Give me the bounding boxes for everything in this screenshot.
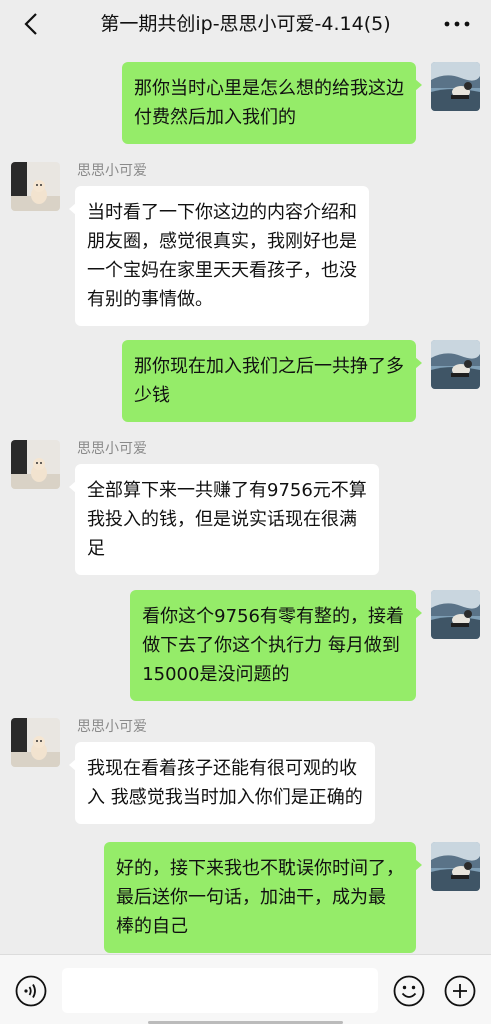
my-avatar[interactable] [431,62,480,111]
message-bubble[interactable]: 看你这个9756有零有整的，接着 做下去了你这个执行力 每月做到 15000是没… [130,590,422,701]
message-line: 全部算下来一共赚了有9756元不算 [87,480,367,501]
contact-avatar[interactable] [11,162,60,211]
message-line: 有别的事情做。 [87,289,213,310]
sender-name: 思思小可爱 [77,441,147,457]
message-bubble[interactable]: 那你当时心里是怎么想的给我这边 付费然后加入我们的 [122,62,422,144]
contact-avatar[interactable] [11,440,60,489]
contact-avatar[interactable] [11,718,60,767]
my-avatar[interactable] [431,842,480,891]
message-line: 足 [87,538,105,559]
message-line: 少钱 [134,385,170,406]
message-bubble[interactable]: 那你现在加入我们之后一共挣了多 少钱 [122,340,422,422]
chat-title: 第一期共创ip-思思小可爱-4.14(5) [100,13,391,35]
my-avatar[interactable] [431,340,480,389]
more-dots-icon [444,21,470,27]
message-line: 一个宝妈在家里天天看孩子，也没 [87,260,357,281]
message-bubble[interactable]: 全部算下来一共赚了有9756元不算 我投入的钱，但是说实话现在很满 足 [69,464,379,575]
more-button[interactable] [439,8,475,40]
message-line: 那你当时心里是怎么想的给我这边 [134,78,404,99]
voice-button[interactable] [15,975,47,1007]
voice-icon [15,975,47,1007]
message-line: 那你现在加入我们之后一共挣了多 [134,356,404,377]
message-line: 看你这个9756有零有整的，接着 [142,606,404,627]
message-line: 15000是没问题的 [142,664,290,685]
message-line: 我现在看着孩子还能有很可观的收 [87,758,357,779]
message-line: 最后送你一句话，加油干，成为最 [116,887,386,908]
message-line: 当时看了一下你这边的内容介绍和 [87,202,357,223]
plus-icon [444,975,476,1007]
my-avatar[interactable] [431,590,480,639]
message-line: 好的，接下来我也不耽误你时间了， [116,858,404,879]
message-bubble[interactable]: 好的，接下来我也不耽误你时间了， 最后送你一句话，加油干，成为最 棒的自己 [104,842,422,953]
message-bubble[interactable]: 我现在看着孩子还能有很可观的收 入 我感觉我当时加入你们是正确的 [69,742,375,824]
sender-name: 思思小可爱 [77,719,147,735]
sender-name: 思思小可爱 [77,163,147,179]
message-line: 做下去了你这个执行力 每月做到 [142,635,400,656]
message-line: 我投入的钱，但是说实话现在很满 [87,509,357,530]
input-toolbar [0,954,491,1024]
emoji-button[interactable] [393,975,425,1007]
message-bubble[interactable]: 当时看了一下你这边的内容介绍和 朋友圈，感觉很真实，我刚好也是 一个宝妈在家里天… [69,186,369,326]
chat-header: 第一期共创ip-思思小可爱-4.14(5) [0,0,491,48]
message-list[interactable]: 那你当时心里是怎么想的给我这边 付费然后加入我们的 思思小可爱 当时看了一下你这… [0,48,491,954]
emoji-icon [393,975,425,1007]
message-input[interactable] [62,968,378,1013]
message-line: 付费然后加入我们的 [134,107,296,128]
message-line: 入 我感觉我当时加入你们是正确的 [87,787,363,808]
message-line: 棒的自己 [116,916,188,937]
message-line: 朋友圈，感觉很真实，我刚好也是 [87,231,357,252]
more-functions-button[interactable] [444,975,476,1007]
